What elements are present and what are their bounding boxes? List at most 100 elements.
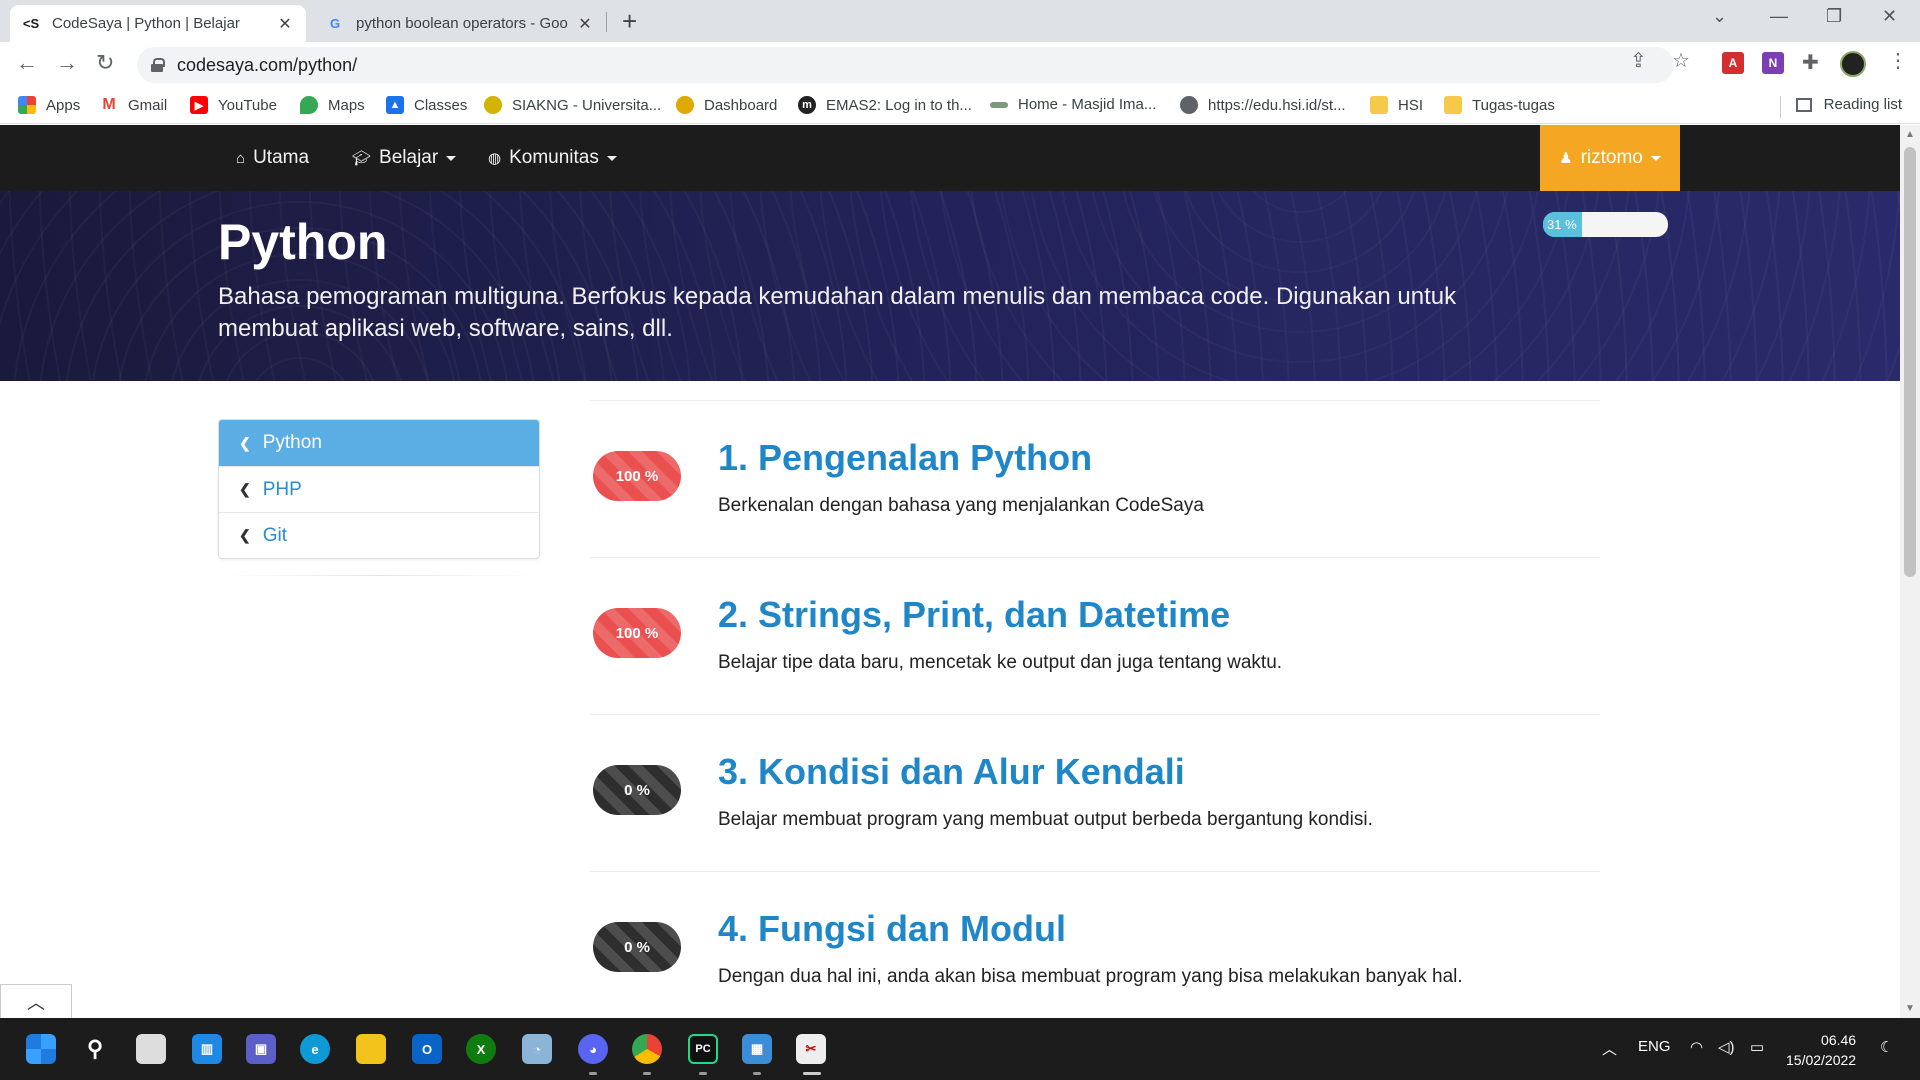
- sidebar-divider: [218, 575, 540, 576]
- lock-icon[interactable]: [151, 58, 165, 72]
- bookmark-dashboard[interactable]: Dashboard: [676, 96, 777, 114]
- xbox-icon[interactable]: X: [466, 1034, 496, 1064]
- tab-search-icon[interactable]: ⌄: [1712, 6, 1727, 27]
- bookmark-folder-hsi[interactable]: HSI: [1370, 96, 1423, 114]
- start-windows-icon[interactable]: [26, 1034, 56, 1064]
- apps-grid-icon: [18, 96, 36, 114]
- caret-down-icon: [606, 155, 617, 161]
- tab-title: CodeSaya | Python | Belajar: [52, 15, 240, 32]
- browser-menu-icon[interactable]: ⋮: [1888, 48, 1908, 73]
- page-scrollbar[interactable]: ▲ ▼: [1900, 125, 1920, 1018]
- course-sidebar: ❮ Python ❮ PHP ❮ Git: [218, 419, 540, 559]
- reading-list-button[interactable]: Reading list: [1795, 96, 1902, 113]
- notes-app-icon[interactable]: ◔: [522, 1034, 552, 1064]
- lesson-title-link[interactable]: 3. Kondisi dan Alur Kendali: [718, 751, 1185, 793]
- widgets-icon[interactable]: ▥: [192, 1034, 222, 1064]
- restore-button[interactable]: ❐: [1826, 6, 1842, 27]
- chrome-icon[interactable]: [632, 1034, 662, 1064]
- bookmark-apps[interactable]: Apps: [18, 96, 80, 114]
- file-explorer-icon[interactable]: [356, 1034, 386, 1064]
- page-viewport: ⌂ Utama 🎓︎ Belajar ◍ Komunitas ♟ riztomo Pyt…: [0, 125, 1900, 1018]
- wifi-icon[interactable]: ◠: [1690, 1038, 1703, 1056]
- new-tab-button[interactable]: +: [622, 6, 637, 37]
- lesson-description: Belajar tipe data baru, mencetak ke outp…: [718, 652, 1283, 673]
- bookmark-maps[interactable]: Maps: [300, 96, 365, 114]
- scrollbar-thumb[interactable]: [1904, 147, 1916, 577]
- share-icon[interactable]: ⇪: [1630, 48, 1647, 73]
- discord-icon[interactable]: ◕: [578, 1034, 608, 1064]
- url-text: codesaya.com/python/: [177, 54, 358, 75]
- nav-home[interactable]: ⌂ Utama: [236, 125, 309, 191]
- bookmark-emas2[interactable]: m EMAS2: Log in to th...: [798, 96, 972, 114]
- bookmark-folder-tugas[interactable]: Tugas-tugas: [1444, 96, 1555, 114]
- task-view-icon[interactable]: [136, 1034, 166, 1064]
- control-panel-icon[interactable]: ▦: [742, 1034, 772, 1064]
- lesson-item: 100 % 1. Pengenalan Python Berkenalan de…: [590, 400, 1600, 557]
- gmail-icon: M: [100, 96, 118, 114]
- tab-separator: [606, 12, 607, 32]
- edge-browser-icon[interactable]: e: [300, 1034, 330, 1064]
- nav-community-dropdown[interactable]: ◍ Komunitas: [488, 125, 617, 191]
- windows-taskbar: ⚲ ▥ ▣ e O X ◔ ◕ PC ▦ ✂ ︿ ENG ◠ ◁) ▭ 06.4…: [0, 1018, 1920, 1080]
- lesson-title-link[interactable]: 4. Fungsi dan Modul: [718, 908, 1066, 950]
- running-indicator: [699, 1072, 707, 1075]
- user-menu-button[interactable]: ♟ riztomo: [1540, 125, 1680, 191]
- show-hidden-icons-chevron-icon[interactable]: ︿: [1602, 1038, 1617, 1059]
- scroll-up-arrow-icon[interactable]: ▲: [1905, 129, 1915, 140]
- extensions-puzzle-icon[interactable]: ✚: [1802, 50, 1819, 75]
- lesson-description: Belajar membuat program yang membuat out…: [718, 809, 1373, 830]
- search-icon[interactable]: ⚲: [80, 1034, 110, 1064]
- close-tab-icon[interactable]: ✕: [576, 14, 594, 34]
- lesson-title-link[interactable]: 1. Pengenalan Python: [718, 437, 1092, 479]
- teams-chat-icon[interactable]: ▣: [246, 1034, 276, 1064]
- tab-google-search[interactable]: G python boolean operators - Goo ✕: [314, 5, 606, 42]
- forward-arrow-icon[interactable]: →: [56, 50, 78, 76]
- sidebar-item-git[interactable]: ❮ Git: [219, 512, 539, 558]
- notifications-icon[interactable]: ☾: [1880, 1038, 1893, 1056]
- bookmark-gmail[interactable]: M Gmail: [100, 96, 167, 114]
- bookmark-youtube[interactable]: ▶ YouTube: [190, 96, 277, 114]
- bookmark-hsi-edu[interactable]: https://edu.hsi.id/st...: [1180, 96, 1346, 114]
- system-clock[interactable]: 06.46 15/02/2022: [1786, 1030, 1856, 1070]
- onenote-extension-icon[interactable]: N: [1762, 52, 1784, 74]
- lesson-description: Dengan dua hal ini, anda akan bisa membu…: [718, 966, 1463, 987]
- folder-icon: [1370, 96, 1388, 114]
- volume-icon[interactable]: ◁): [1718, 1038, 1735, 1056]
- bookmark-classes[interactable]: ▲ Classes: [386, 96, 467, 114]
- close-tab-icon[interactable]: ✕: [276, 14, 294, 34]
- scroll-to-top-button[interactable]: ︿: [0, 984, 72, 1018]
- scroll-down-arrow-icon[interactable]: ▼: [1905, 1003, 1915, 1014]
- lesson-item: 0 % 3. Kondisi dan Alur Kendali Belajar …: [590, 714, 1600, 871]
- clock-time: 06.46: [1821, 1032, 1857, 1048]
- acrobat-extension-icon[interactable]: A: [1722, 52, 1744, 74]
- clock-date: 15/02/2022: [1786, 1052, 1857, 1068]
- dashboard-icon: [676, 96, 694, 114]
- minimize-button[interactable]: —: [1770, 6, 1788, 27]
- nav-learn-dropdown[interactable]: 🎓︎ Belajar: [352, 125, 457, 191]
- lesson-title-link[interactable]: 2. Strings, Print, dan Datetime: [718, 594, 1230, 636]
- snipping-tool-icon[interactable]: ✂: [796, 1034, 826, 1064]
- reload-icon[interactable]: ↻: [96, 50, 114, 76]
- chevron-left-icon: ❮: [239, 527, 251, 543]
- outlook-icon[interactable]: O: [412, 1034, 442, 1064]
- pycharm-icon[interactable]: PC: [688, 1034, 718, 1064]
- tab-codesaya[interactable]: <S CodeSaya | Python | Belajar ✕: [10, 5, 306, 42]
- bookmark-masjid[interactable]: Home - Masjid Ima...: [990, 96, 1156, 113]
- chevron-left-icon: ❮: [239, 481, 251, 497]
- chevron-up-icon: ︿: [27, 992, 45, 1013]
- progress-fill: 31 %: [1543, 212, 1582, 237]
- sidebar-item-php[interactable]: ❮ PHP: [219, 466, 539, 512]
- running-indicator: [589, 1072, 597, 1075]
- lesson-item: 0 % 4. Fungsi dan Modul Dengan dua hal i…: [590, 871, 1600, 1018]
- lesson-progress-badge: 100 %: [593, 451, 681, 501]
- address-bar[interactable]: codesaya.com/python/: [137, 47, 1674, 83]
- lesson-progress-badge: 0 %: [593, 922, 681, 972]
- sidebar-item-python[interactable]: ❮ Python: [219, 420, 539, 466]
- back-arrow-icon[interactable]: ←: [16, 50, 38, 76]
- profile-avatar[interactable]: [1840, 51, 1866, 77]
- close-window-button[interactable]: ✕: [1882, 6, 1897, 27]
- bookmark-star-icon[interactable]: ☆: [1672, 48, 1690, 73]
- language-indicator[interactable]: ENG: [1638, 1038, 1671, 1055]
- battery-icon[interactable]: ▭: [1750, 1038, 1764, 1056]
- bookmark-siakng[interactable]: SIAKNG - Universita...: [484, 96, 661, 114]
